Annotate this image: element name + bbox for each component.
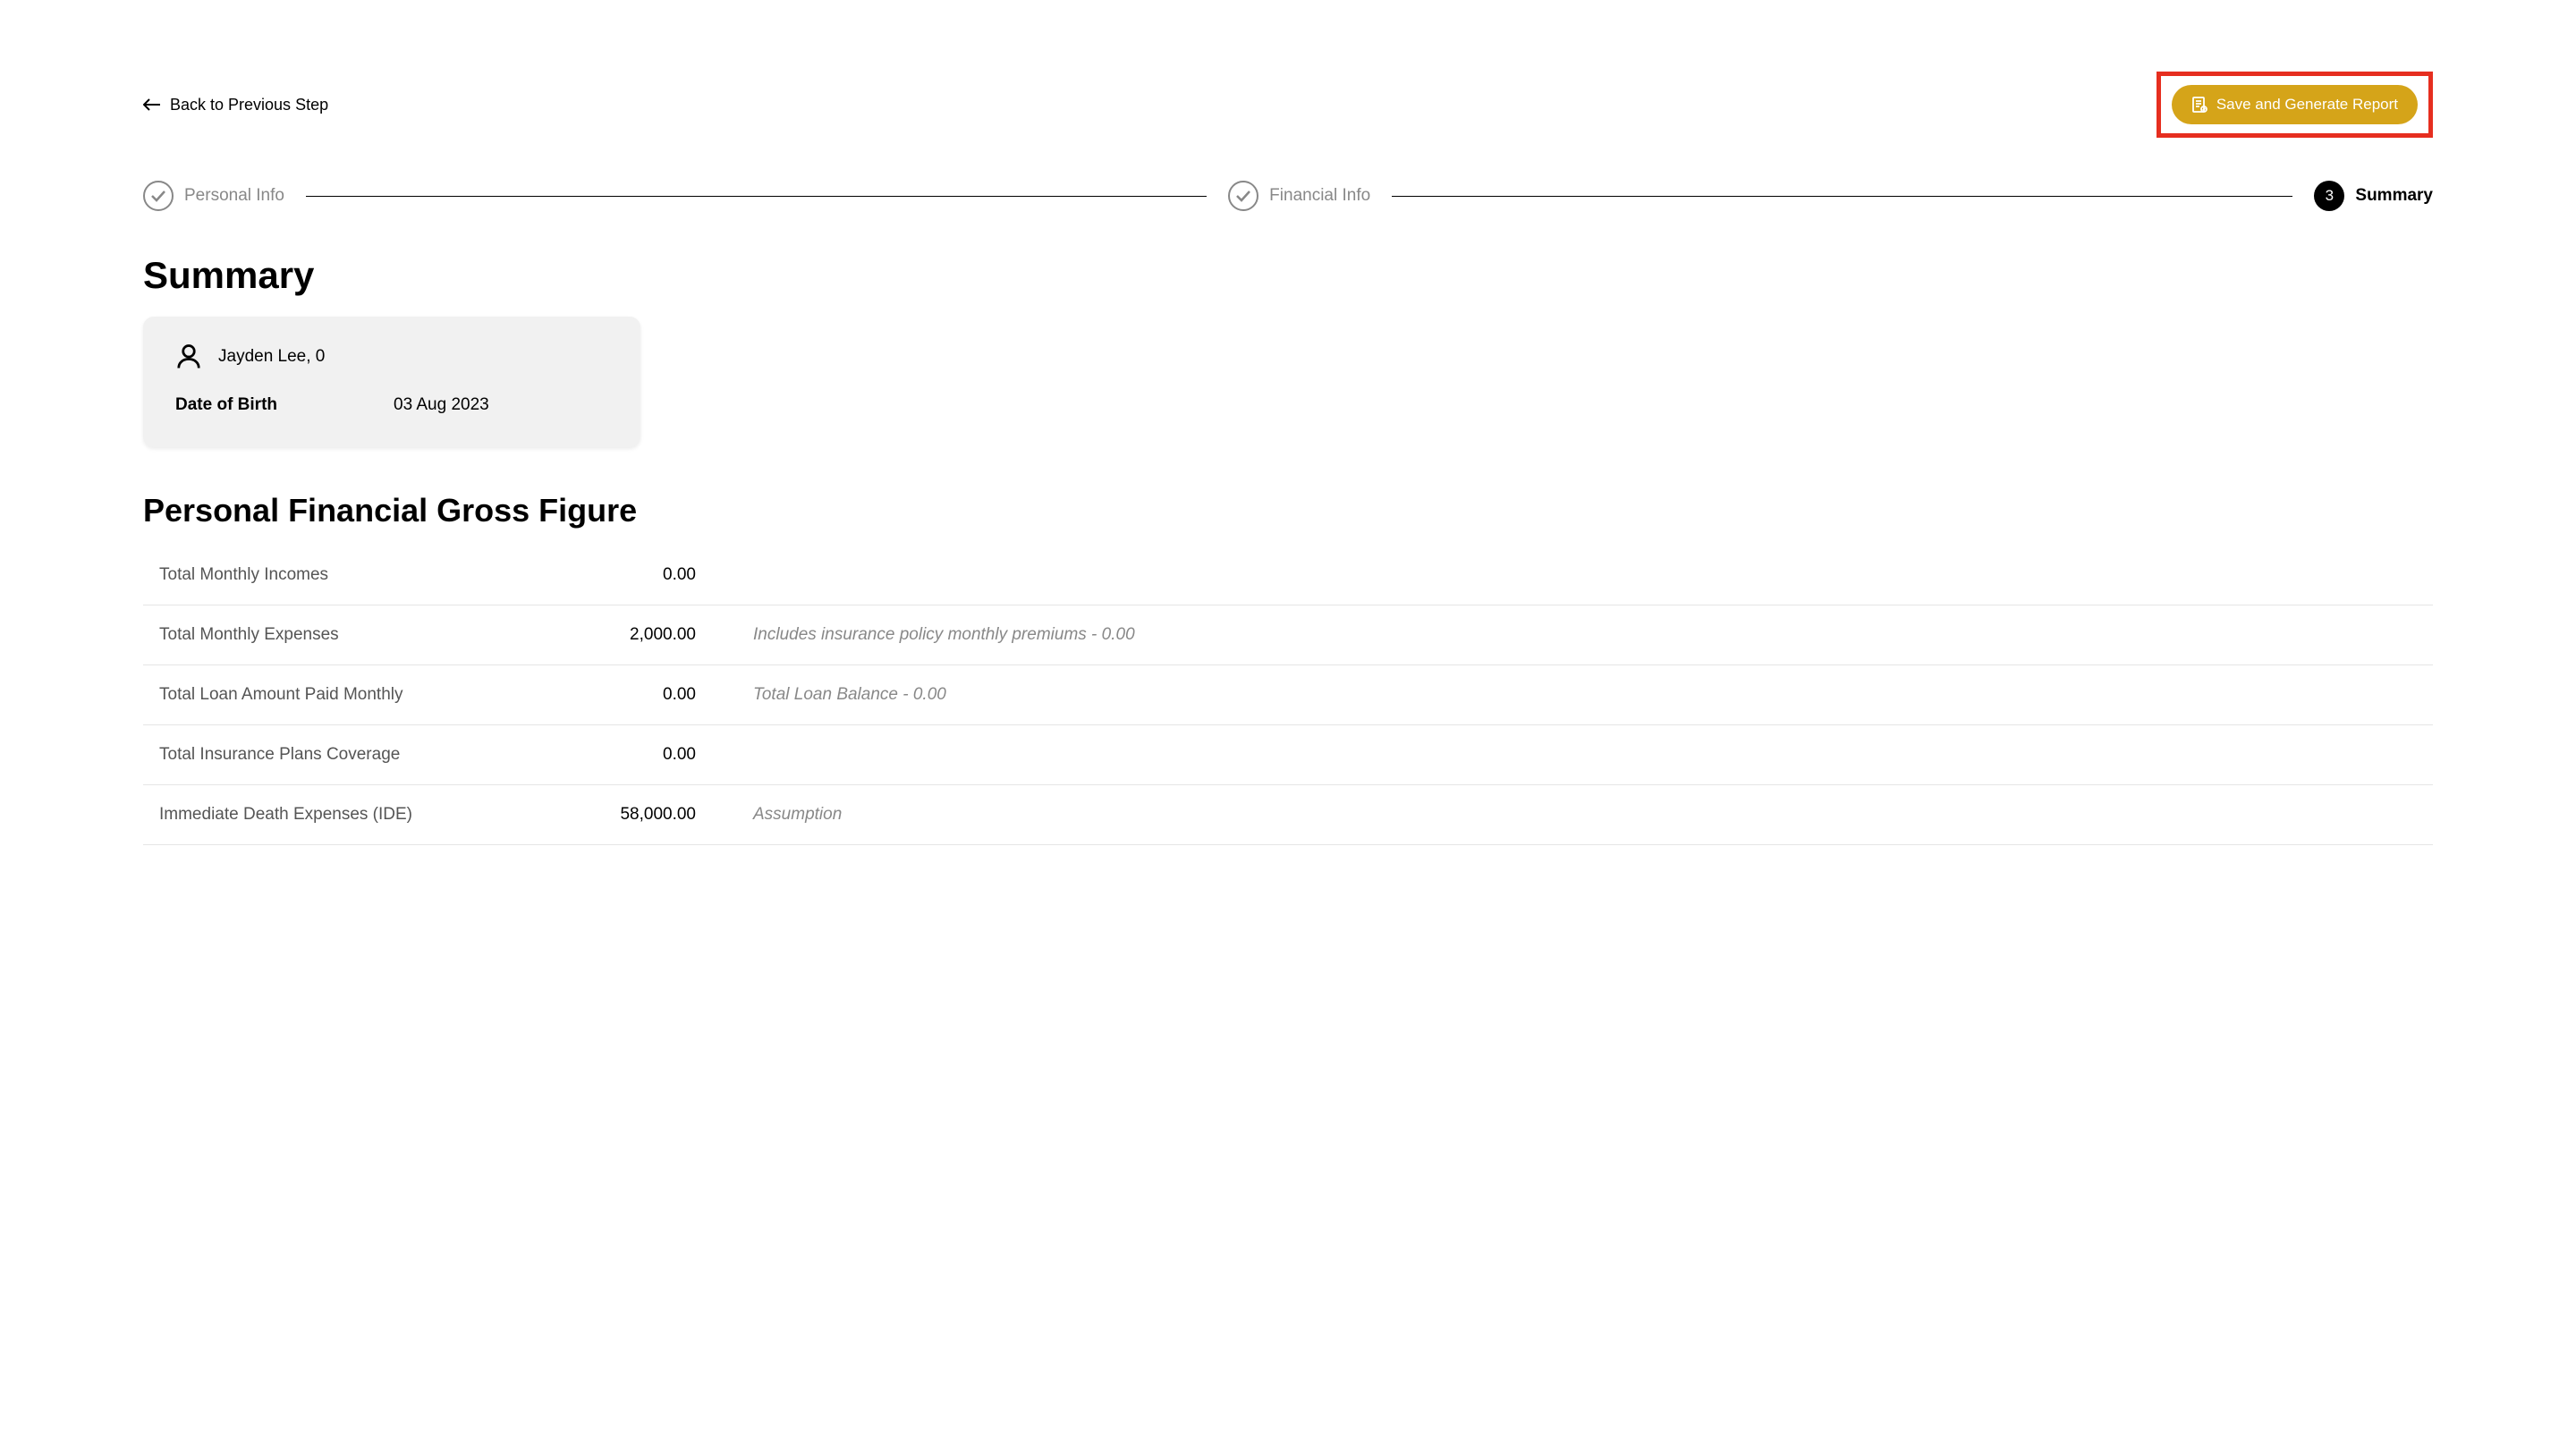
- table-row: Immediate Death Expenses (IDE) 58,000.00…: [143, 785, 2433, 845]
- finance-table: Total Monthly Incomes 0.00 Total Monthly…: [143, 546, 2433, 845]
- step-circle-completed: [143, 181, 174, 211]
- row-label: Total Monthly Expenses: [159, 625, 562, 645]
- step-label: Summary: [2355, 186, 2433, 206]
- step-summary: 3 Summary: [2314, 181, 2433, 211]
- dob-label: Date of Birth: [175, 395, 394, 415]
- arrow-left-icon: [143, 98, 161, 111]
- page-title: Summary: [143, 254, 2433, 297]
- section-title: Personal Financial Gross Figure: [143, 492, 2433, 529]
- step-personal-info: Personal Info: [143, 181, 284, 211]
- table-row: Total Loan Amount Paid Monthly 0.00 Tota…: [143, 665, 2433, 725]
- row-value: 0.00: [562, 685, 696, 705]
- row-value: 0.00: [562, 745, 696, 765]
- profile-card: Jayden Lee, 0 Date of Birth 03 Aug 2023: [143, 317, 640, 447]
- user-icon: [175, 343, 202, 370]
- step-circle-active: 3: [2314, 181, 2344, 211]
- table-row: Total Insurance Plans Coverage 0.00: [143, 725, 2433, 785]
- step-number: 3: [2326, 187, 2334, 205]
- table-row: Total Monthly Expenses 2,000.00 Includes…: [143, 605, 2433, 665]
- save-button-label: Save and Generate Report: [2216, 96, 2398, 114]
- highlight-box: Save and Generate Report: [2157, 72, 2433, 138]
- profile-name: Jayden Lee, 0: [218, 347, 325, 367]
- row-value: 2,000.00: [562, 625, 696, 645]
- row-value: 58,000.00: [562, 805, 696, 825]
- back-label: Back to Previous Step: [170, 96, 328, 114]
- row-note: Assumption: [696, 805, 2417, 825]
- step-label: Personal Info: [184, 186, 284, 206]
- step-line: [306, 196, 1207, 197]
- save-generate-report-button[interactable]: Save and Generate Report: [2172, 85, 2418, 124]
- back-link[interactable]: Back to Previous Step: [143, 96, 328, 114]
- document-save-icon: [2191, 97, 2207, 113]
- check-icon: [150, 190, 166, 202]
- row-label: Total Insurance Plans Coverage: [159, 745, 562, 765]
- table-row: Total Monthly Incomes 0.00: [143, 546, 2433, 605]
- row-label: Immediate Death Expenses (IDE): [159, 805, 562, 825]
- step-financial-info: Financial Info: [1228, 181, 1370, 211]
- dob-value: 03 Aug 2023: [394, 395, 489, 415]
- step-label: Financial Info: [1269, 186, 1370, 206]
- row-note: Total Loan Balance - 0.00: [696, 685, 2417, 705]
- row-label: Total Loan Amount Paid Monthly: [159, 685, 562, 705]
- row-note: Includes insurance policy monthly premiu…: [696, 625, 2417, 645]
- row-value: 0.00: [562, 565, 696, 585]
- stepper: Personal Info Financial Info 3 Summary: [143, 181, 2433, 211]
- check-icon: [1235, 190, 1251, 202]
- step-circle-completed: [1228, 181, 1258, 211]
- row-label: Total Monthly Incomes: [159, 565, 562, 585]
- step-line: [1392, 196, 2292, 197]
